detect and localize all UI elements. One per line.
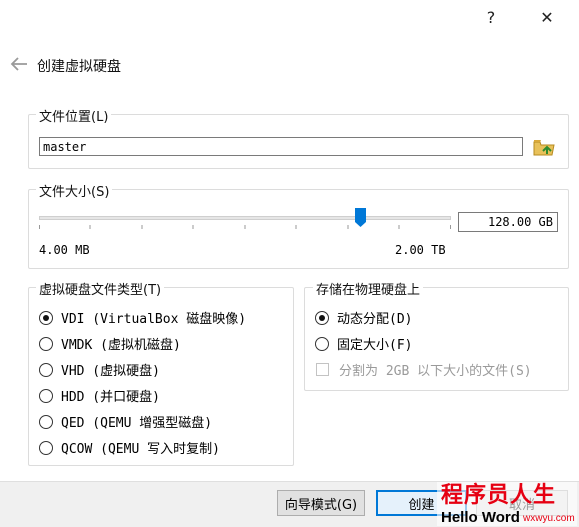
radio-icon[interactable] [39, 388, 53, 403]
back-arrow-icon[interactable] [10, 57, 28, 71]
radio-icon[interactable] [39, 414, 53, 429]
radio-icon[interactable] [315, 310, 329, 325]
disk-type-vmdk[interactable]: VMDK (虚拟机磁盘) [39, 334, 181, 353]
storage-fixed[interactable]: 固定大小(F) [315, 334, 412, 353]
svg-text:Hello Word: Hello Word [441, 509, 520, 526]
disk-type-qed[interactable]: QED (QEMU 增强型磁盘) [39, 412, 212, 431]
disk-type-vdi[interactable]: VDI (VirtualBox 磁盘映像) [39, 308, 246, 327]
file-location-title: 文件位置(L) [36, 106, 112, 125]
checkbox-icon[interactable] [316, 363, 329, 376]
close-button[interactable]: ✕ [524, 0, 570, 34]
disk-type-hdd[interactable]: HDD (并口硬盘) [39, 386, 160, 405]
radio-icon[interactable] [39, 310, 53, 325]
disk-type-vhd[interactable]: VHD (虚拟硬盘) [39, 360, 160, 379]
choose-folder-icon[interactable] [532, 136, 556, 158]
radio-icon[interactable] [315, 336, 329, 351]
radio-icon[interactable] [39, 336, 53, 351]
disk-type-title: 虚拟硬盘文件类型(T) [36, 279, 165, 298]
radio-icon[interactable] [39, 362, 53, 377]
page-title: 创建虚拟硬盘 [37, 59, 121, 75]
size-slider-ticks [39, 225, 451, 229]
size-slider-thumb[interactable] [355, 208, 366, 227]
size-min-label: 4.00 MB [39, 243, 90, 257]
file-location-input[interactable] [39, 137, 523, 156]
svg-text:wxwyu.com: wxwyu.com [522, 513, 575, 524]
file-size-title: 文件大小(S) [36, 181, 113, 200]
split-files-checkbox[interactable]: 分割为 2GB 以下大小的文件(S) [316, 360, 532, 379]
size-slider-track[interactable] [39, 216, 451, 220]
storage-title: 存储在物理硬盘上 [313, 279, 424, 298]
guided-mode-button[interactable]: 向导模式(G) [277, 490, 365, 516]
radio-icon[interactable] [39, 440, 53, 455]
watermark-logo: 程序员人生 Hello Word wxwyu.com [437, 482, 577, 526]
size-input[interactable] [458, 212, 558, 232]
svg-text:程序员人生: 程序员人生 [441, 482, 556, 508]
disk-type-qcow[interactable]: QCOW (QEMU 写入时复制) [39, 438, 220, 457]
storage-dynamic[interactable]: 动态分配(D) [315, 308, 412, 327]
size-max-label: 2.00 TB [395, 243, 446, 257]
help-button[interactable]: ? [468, 0, 514, 34]
